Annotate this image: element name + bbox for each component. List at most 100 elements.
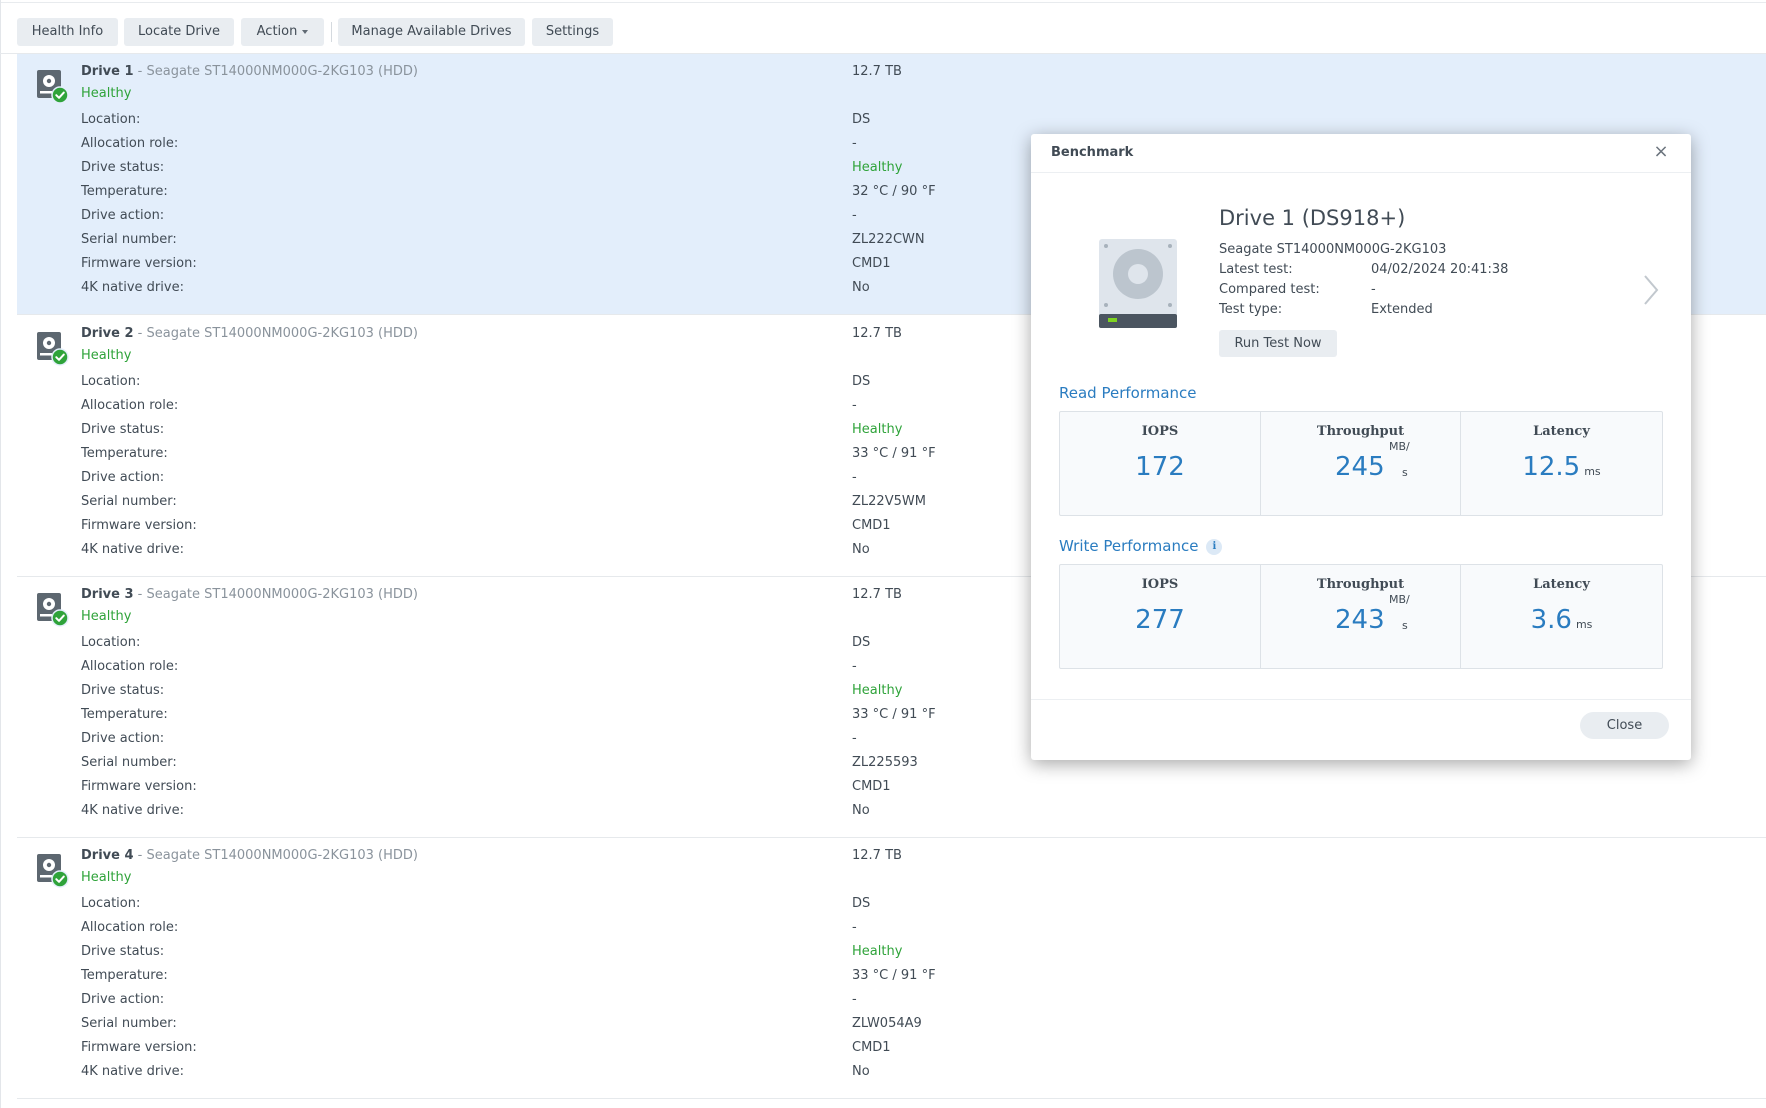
close-icon[interactable]: × — [1651, 142, 1671, 162]
write-iops-value: 277 — [1135, 605, 1185, 635]
health-info-button[interactable]: Health Info — [17, 18, 118, 46]
write-throughput-cell: Throughput 243 MB/ s — [1260, 565, 1460, 668]
chevron-right-icon[interactable] — [1639, 272, 1663, 308]
locate-drive-button[interactable]: Locate Drive — [124, 18, 234, 46]
detail-label-temperature: Temperature: — [81, 184, 168, 199]
detail-value-native-4k: No — [852, 280, 870, 295]
detail-value-drive-status: Healthy — [852, 944, 903, 959]
detail-label-allocation-role: Allocation role: — [81, 136, 179, 151]
detail-value-allocation-role: - — [852, 659, 857, 674]
read-throughput-value: 245 — [1335, 452, 1385, 482]
benchmark-drive-model: Seagate ST14000NM000G-2KG103 — [1219, 242, 1447, 257]
health-info-label: Health Info — [31, 24, 104, 39]
hard-drive-icon — [1099, 239, 1177, 328]
read-latency-value: 12.5 — [1522, 452, 1581, 482]
hdd-healthy-icon — [37, 332, 69, 366]
detail-value-allocation-role: - — [852, 136, 857, 151]
action-dropdown-button[interactable]: Action — [241, 18, 324, 46]
read-throughput-label: Throughput — [1316, 424, 1405, 439]
detail-label-serial-number: Serial number: — [81, 1016, 177, 1031]
detail-value-firmware-version: CMD1 — [852, 779, 891, 794]
detail-value-location: DS — [852, 112, 871, 127]
write-throughput-unit-top: MB/ — [1389, 593, 1410, 606]
detail-label-firmware-version: Firmware version: — [81, 256, 197, 271]
detail-value-serial-number: ZL222CWN — [852, 232, 925, 247]
detail-label-drive-status: Drive status: — [81, 160, 165, 175]
settings-label: Settings — [545, 24, 600, 39]
detail-value-temperature: 33 °C / 91 °F — [852, 446, 936, 461]
drive-capacity: 12.7 TB — [852, 64, 902, 79]
detail-value-drive-status: Healthy — [852, 422, 903, 437]
drive-health-status: Healthy — [81, 609, 132, 624]
write-throughput-value: 243 — [1335, 605, 1385, 635]
detail-value-native-4k: No — [852, 542, 870, 557]
drive-model: - Seagate ST14000NM000G-2KG103 (HDD) — [133, 587, 418, 602]
detail-label-native-4k: 4K native drive: — [81, 1064, 184, 1079]
benchmark-dialog: Benchmark × Drive 1 (DS918+) Seagate ST1… — [1031, 134, 1691, 760]
detail-value-serial-number: ZLW054A9 — [852, 1016, 922, 1031]
detail-label-drive-action: Drive action: — [81, 208, 165, 223]
dialog-header: Benchmark × — [1031, 134, 1691, 173]
run-test-now-button[interactable]: Run Test Now — [1219, 330, 1337, 357]
read-latency-label: Latency — [1533, 424, 1590, 439]
detail-label-serial-number: Serial number: — [81, 494, 177, 509]
drive-health-status: Healthy — [81, 348, 132, 363]
manage-available-drives-button[interactable]: Manage Available Drives — [338, 18, 525, 46]
locate-drive-label: Locate Drive — [138, 24, 220, 39]
drive-model: - Seagate ST14000NM000G-2KG103 (HDD) — [133, 64, 418, 79]
read-iops-value: 172 — [1135, 452, 1185, 482]
read-latency-unit: ms — [1584, 465, 1601, 478]
drive-health-status: Healthy — [81, 86, 132, 101]
drive-name: Drive 2 — [81, 326, 134, 341]
write-latency-readout: 3.6 ms — [1461, 605, 1662, 635]
detail-label-drive-status: Drive status: — [81, 422, 165, 437]
drive-item-4[interactable]: Drive 4 - Seagate ST14000NM000G-2KG103 (… — [17, 838, 1766, 1099]
detail-value-firmware-version: CMD1 — [852, 518, 891, 533]
drive-title: Drive 2 - Seagate ST14000NM000G-2KG103 (… — [81, 326, 418, 341]
detail-label-serial-number: Serial number: — [81, 755, 177, 770]
write-performance-panel: IOPS 277 Throughput 243 MB/ s Latency 3.… — [1059, 564, 1663, 669]
compared-test-label: Compared test: — [1219, 282, 1320, 297]
read-iops-label: IOPS — [1141, 424, 1179, 439]
detail-label-firmware-version: Firmware version: — [81, 1040, 197, 1055]
detail-label-drive-status: Drive status: — [81, 683, 165, 698]
detail-value-drive-action: - — [852, 731, 857, 746]
write-iops-label: IOPS — [1141, 577, 1179, 592]
read-latency-readout: 12.5 ms — [1461, 452, 1662, 482]
write-latency-cell: Latency 3.6 ms — [1460, 565, 1662, 668]
read-performance-panel: IOPS 172 Throughput 245 MB/ s Latency 12… — [1059, 411, 1663, 516]
compared-test-value: - — [1371, 282, 1376, 297]
detail-label-allocation-role: Allocation role: — [81, 398, 179, 413]
detail-value-drive-status: Healthy — [852, 683, 903, 698]
detail-label-location: Location: — [81, 635, 141, 650]
drive-model: - Seagate ST14000NM000G-2KG103 (HDD) — [133, 848, 418, 863]
hdd-healthy-icon — [37, 854, 69, 888]
detail-value-native-4k: No — [852, 1064, 870, 1079]
dialog-title: Benchmark — [1051, 145, 1134, 160]
write-throughput-unit-bottom: s — [1402, 619, 1408, 632]
drive-title: Drive 4 - Seagate ST14000NM000G-2KG103 (… — [81, 848, 418, 863]
detail-label-allocation-role: Allocation role: — [81, 920, 179, 935]
read-latency-cell: Latency 12.5 ms — [1460, 412, 1662, 515]
drive-model: - Seagate ST14000NM000G-2KG103 (HDD) — [133, 326, 418, 341]
write-performance-label: Write Performance — [1059, 537, 1199, 555]
detail-value-location: DS — [852, 374, 871, 389]
detail-label-allocation-role: Allocation role: — [81, 659, 179, 674]
dialog-footer-divider — [1031, 699, 1691, 700]
test-type-value: Extended — [1371, 302, 1433, 317]
write-latency-unit: ms — [1575, 618, 1593, 631]
detail-value-serial-number: ZL22V5WM — [852, 494, 926, 509]
detail-value-drive-action: - — [852, 470, 857, 485]
close-button[interactable]: Close — [1580, 712, 1669, 739]
action-label: Action — [256, 24, 298, 39]
settings-button[interactable]: Settings — [532, 18, 613, 46]
drive-capacity: 12.7 TB — [852, 326, 902, 341]
info-icon[interactable]: i — [1206, 538, 1223, 555]
detail-label-temperature: Temperature: — [81, 707, 168, 722]
detail-value-temperature: 33 °C / 91 °F — [852, 707, 936, 722]
detail-value-serial-number: ZL225593 — [852, 755, 918, 770]
left-border — [0, 0, 1, 1108]
detail-label-drive-action: Drive action: — [81, 992, 165, 1007]
drive-name: Drive 4 — [81, 848, 134, 863]
detail-label-location: Location: — [81, 374, 141, 389]
